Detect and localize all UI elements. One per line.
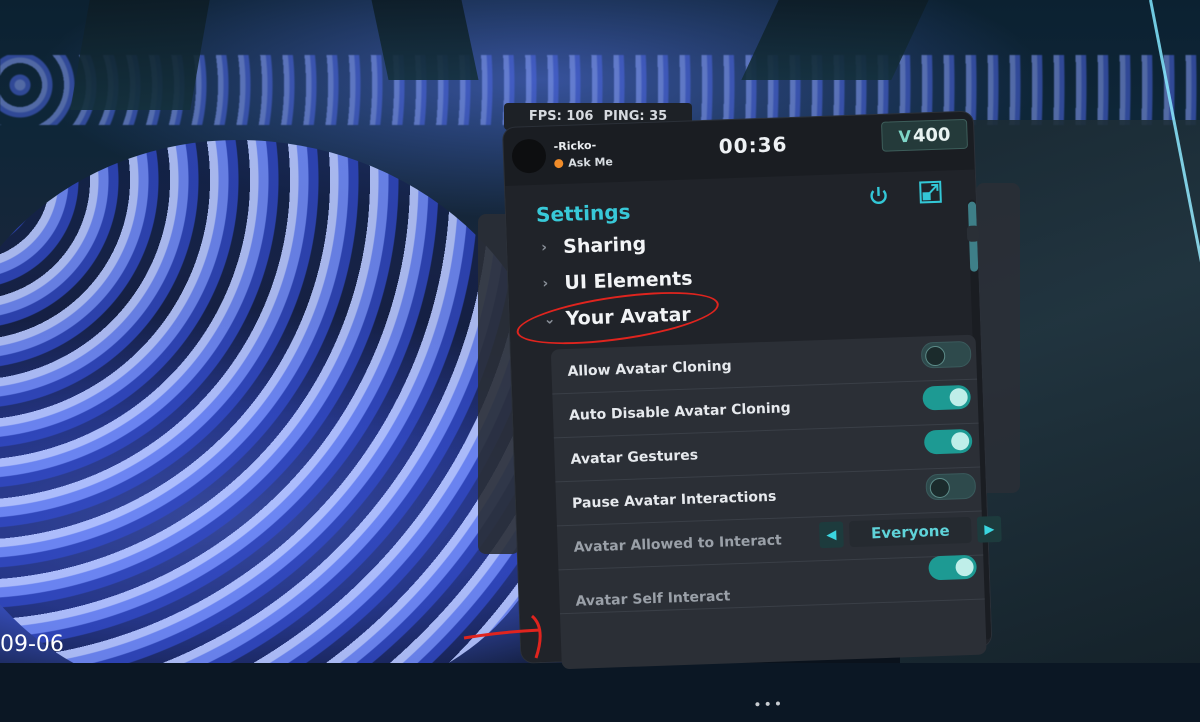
previous-option-button[interactable]: ◀ (819, 521, 844, 548)
user-name: -Ricko- (553, 139, 596, 153)
toggle-knob (955, 558, 974, 577)
fps-readout: FPS: 106 (529, 109, 594, 124)
status-label: Ask Me (568, 155, 613, 170)
avatar-gestures-toggle[interactable] (924, 429, 973, 455)
option-label: Avatar Gestures (570, 447, 698, 467)
more-indicator: ••• (753, 697, 784, 714)
annotation-arrow (460, 598, 560, 663)
page-title: Settings (536, 200, 631, 227)
pause-interactions-toggle[interactable] (925, 473, 976, 501)
power-icon[interactable] (865, 182, 892, 209)
option-label: Allow Avatar Cloning (567, 358, 732, 380)
option-label: Pause Avatar Interactions (572, 489, 777, 512)
chevron-right-icon: › (542, 275, 555, 291)
section-label: UI Elements (564, 267, 693, 293)
allow-avatar-cloning-toggle[interactable] (921, 341, 972, 369)
option-label: Avatar Allowed to Interact (573, 533, 782, 556)
option-label: Avatar Self Interact (575, 588, 730, 609)
section-sharing[interactable]: › Sharing (541, 233, 647, 259)
session-clock: 00:36 (718, 132, 787, 158)
currency-badge[interactable]: V 400 (881, 119, 968, 152)
toggle-knob (925, 346, 946, 367)
glowing-flower-field-front (0, 140, 560, 663)
self-interact-toggle[interactable] (928, 555, 977, 581)
video-timestamp: 09-06 (0, 632, 64, 657)
settings-menu: -Ricko- Ask Me 00:36 V 400 Settings › Sh… (503, 112, 991, 663)
scrollbar-grip[interactable] (967, 225, 980, 241)
pillar (70, 0, 209, 110)
currency-icon: V (898, 126, 911, 145)
avatar-options-panel: Allow Avatar Cloning Auto Disable Avatar… (551, 335, 987, 670)
avatar[interactable] (511, 139, 546, 174)
toggle-knob (951, 432, 970, 451)
option-label: Auto Disable Avatar Cloning (569, 400, 791, 424)
menu-body: Settings › Sharing › UI Elements ⌄ Your … (505, 170, 991, 663)
auto-disable-cloning-toggle[interactable] (922, 385, 971, 411)
expand-window-icon[interactable] (917, 179, 944, 206)
chevron-right-icon: › (541, 239, 554, 255)
section-ui-elements[interactable]: › UI Elements (542, 267, 693, 294)
allowed-to-interact-selector: ◀ Everyone ▶ (819, 516, 1002, 548)
next-option-button[interactable]: ▶ (977, 516, 1002, 543)
pillar (371, 0, 478, 80)
toggle-knob (949, 388, 968, 407)
user-status[interactable]: Ask Me (554, 155, 613, 170)
selector-value: Everyone (849, 517, 972, 547)
status-dot-icon (554, 159, 563, 168)
toggle-knob (929, 478, 950, 499)
section-label: Sharing (563, 233, 647, 258)
currency-amount: 400 (913, 124, 951, 146)
